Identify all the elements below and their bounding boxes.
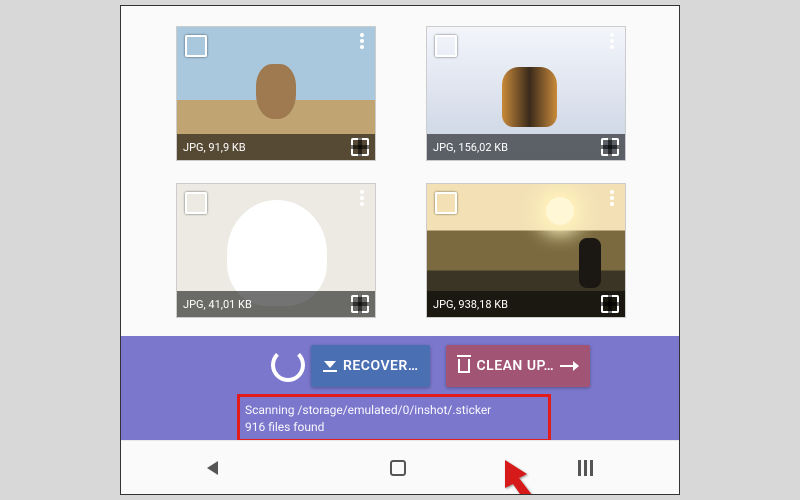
- recover-button[interactable]: RECOVER…: [311, 345, 430, 387]
- download-icon: [323, 361, 337, 372]
- nav-recent-icon[interactable]: [578, 460, 593, 476]
- cleanup-button[interactable]: CLEAN UP…: [446, 345, 590, 387]
- more-icon[interactable]: [603, 33, 621, 49]
- android-navbar: [121, 440, 679, 494]
- select-checkbox[interactable]: [185, 35, 207, 57]
- nav-home-icon[interactable]: [390, 460, 406, 476]
- nav-back-icon[interactable]: [207, 461, 218, 475]
- status-bar: Scanning /storage/emulated/0/inshot/.sti…: [121, 396, 679, 440]
- expand-icon[interactable]: [351, 295, 369, 313]
- select-checkbox[interactable]: [185, 192, 207, 214]
- expand-icon[interactable]: [351, 138, 369, 156]
- photo-tile[interactable]: Sốc vãi mèo JPG, 41,01 KB: [176, 183, 376, 318]
- arrow-right-icon: [560, 365, 578, 367]
- more-icon[interactable]: [603, 190, 621, 206]
- photo-tile[interactable]: JPG, 156,02 KB: [426, 26, 626, 161]
- file-info: JPG, 156,02 KB: [433, 141, 508, 154]
- recover-label: RECOVER…: [343, 358, 418, 374]
- status-count: 916 files found: [245, 419, 665, 436]
- select-checkbox[interactable]: [435, 35, 457, 57]
- cleanup-label: CLEAN UP…: [476, 358, 554, 374]
- select-checkbox[interactable]: [435, 192, 457, 214]
- file-info: JPG, 41,01 KB: [183, 298, 252, 311]
- file-info: JPG, 938,18 KB: [433, 298, 508, 311]
- file-info: JPG, 91,9 KB: [183, 141, 246, 154]
- info-bar: JPG, 91,9 KB: [177, 134, 375, 160]
- action-bar: RECOVER… CLEAN UP…: [121, 336, 679, 396]
- info-bar: JPG, 938,18 KB: [427, 291, 625, 317]
- more-icon[interactable]: [353, 33, 371, 49]
- app-screen: JPG, 91,9 KB JPG, 156,02 KB Sốc vãi mèo …: [120, 5, 680, 495]
- loading-spinner-icon: [271, 348, 305, 382]
- trash-icon: [458, 359, 470, 373]
- photo-tile[interactable]: JPG, 91,9 KB: [176, 26, 376, 161]
- expand-icon[interactable]: [601, 295, 619, 313]
- thumb-caption: Sốc vãi mèo: [243, 274, 309, 287]
- more-icon[interactable]: [353, 190, 371, 206]
- expand-icon[interactable]: [601, 138, 619, 156]
- photo-tile[interactable]: JPG, 938,18 KB: [426, 183, 626, 318]
- info-bar: JPG, 41,01 KB: [177, 291, 375, 317]
- status-path: Scanning /storage/emulated/0/inshot/.sti…: [245, 402, 665, 419]
- info-bar: JPG, 156,02 KB: [427, 134, 625, 160]
